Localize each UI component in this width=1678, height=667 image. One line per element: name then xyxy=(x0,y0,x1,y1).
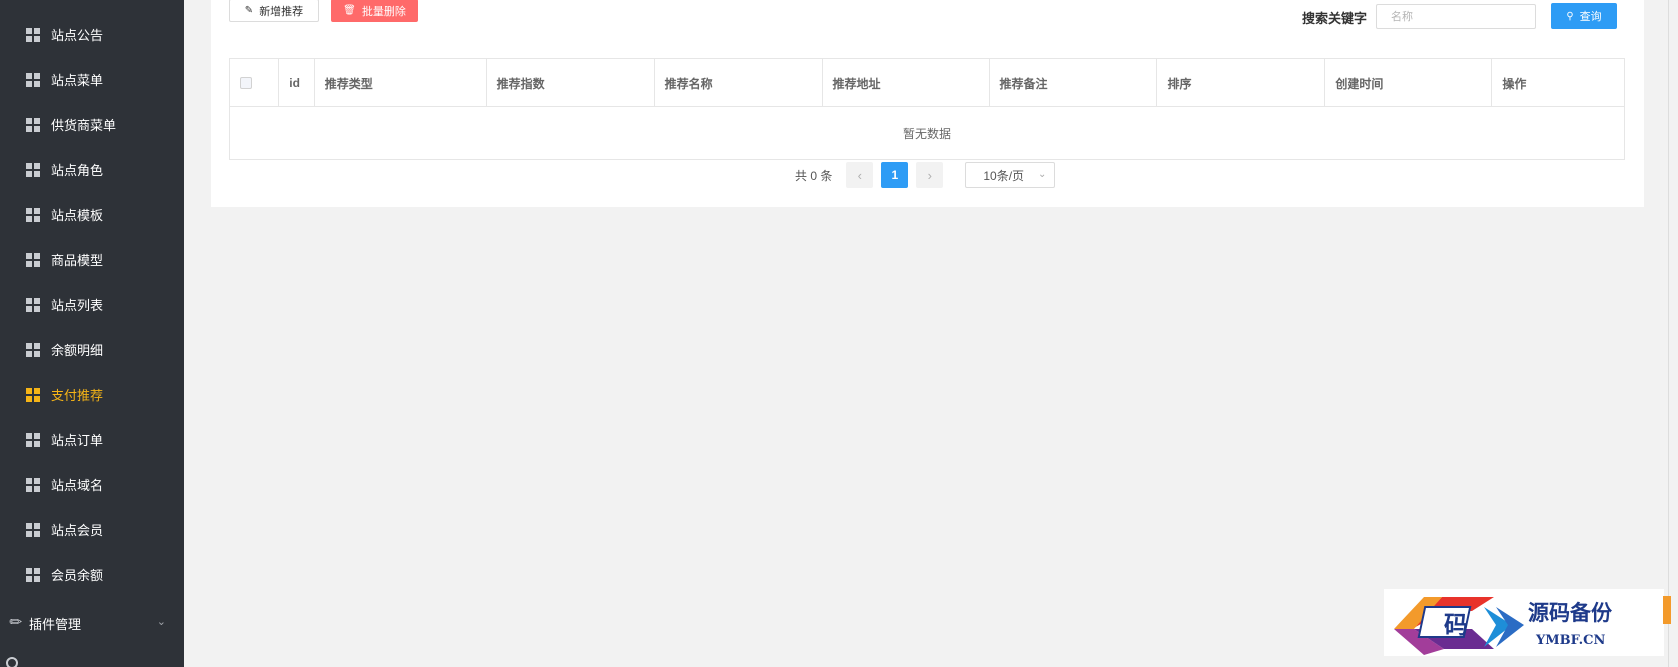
grid-icon xyxy=(26,162,40,177)
sidebar-item-site-roles[interactable]: 站点角色 xyxy=(0,147,184,192)
watermark-title: 源码备份 xyxy=(1528,600,1613,625)
table-empty-message: 暂无数据 xyxy=(902,126,951,141)
grid-icon xyxy=(26,297,40,312)
chevron-down-icon: ⌄ xyxy=(1037,169,1047,180)
grid-icon xyxy=(26,567,40,582)
grid-icon xyxy=(26,27,40,42)
sidebar-item-label: 站点域名 xyxy=(51,478,104,493)
sidebar-item-label: 供货商菜单 xyxy=(51,118,117,133)
grid-icon xyxy=(26,342,40,357)
current-page-button[interactable]: 1 xyxy=(881,162,909,188)
search-icon: ⚲ xyxy=(1566,10,1574,22)
add-recommend-label: 新增推荐 xyxy=(259,5,304,18)
trash-icon: 🗑 xyxy=(343,5,356,16)
query-label: 查询 xyxy=(1579,11,1602,23)
chevron-down-icon: ⌄ xyxy=(156,616,166,628)
watermark-logo: 码 源码备份 YMBF.CN xyxy=(1384,589,1664,656)
grid-icon xyxy=(26,72,40,87)
sidebar-item-label: 会员余额 xyxy=(51,568,104,583)
page-size-select[interactable]: 10条/页 ⌄ xyxy=(965,162,1056,188)
grid-icon xyxy=(26,207,40,222)
watermark-tag xyxy=(1663,596,1671,624)
sidebar-item-label: 站点列表 xyxy=(51,298,104,313)
column-header-remark[interactable]: 推荐备注 xyxy=(990,59,1158,107)
sidebar-item-label: 商品模型 xyxy=(51,253,104,268)
select-all-cell xyxy=(230,59,280,107)
grid-icon xyxy=(26,387,40,402)
plug-icon: ✐ xyxy=(3,612,25,634)
sidebar-item-balance-details[interactable]: 余额明细 xyxy=(0,327,184,372)
data-table: id 推荐类型 推荐指数 推荐名称 推荐地址 推荐备注 排序 创建时间 操作 暂… xyxy=(229,58,1625,160)
sidebar-item-site-list[interactable]: 站点列表 xyxy=(0,282,184,327)
sidebar-item-member-balance[interactable]: 会员余额 xyxy=(0,552,184,597)
query-button[interactable]: ⚲ 查询 xyxy=(1551,3,1617,29)
sidebar-item-label: 站点角色 xyxy=(51,163,104,178)
sidebar-group-plugins[interactable]: ✐ 插件管理 ⌄ xyxy=(0,605,184,641)
grid-icon xyxy=(26,117,40,132)
sidebar-item-payment-recommend[interactable]: 支付推荐 xyxy=(0,372,184,417)
sidebar-item-site-domains[interactable]: 站点域名 xyxy=(0,462,184,507)
sidebar-item-site-members[interactable]: 站点会员 xyxy=(0,507,184,552)
sidebar-item-site-menu[interactable]: 站点菜单 xyxy=(0,57,184,102)
sidebar-item-label: 支付推荐 xyxy=(51,388,104,403)
sidebar-next-icon xyxy=(6,657,18,667)
grid-icon xyxy=(26,477,40,492)
column-header-type[interactable]: 推荐类型 xyxy=(315,59,487,107)
pagination: 共 0 条 ‹ 1 › 10条/页 ⌄ xyxy=(795,162,1056,188)
search-label: 搜索关键字 xyxy=(1302,11,1368,26)
edit-icon: ✎ xyxy=(244,5,254,16)
next-page-button[interactable]: › xyxy=(916,162,944,188)
grid-icon xyxy=(26,432,40,447)
grid-icon xyxy=(26,252,40,267)
column-header-name[interactable]: 推荐名称 xyxy=(655,59,823,107)
watermark-graphic: 码 源码备份 YMBF.CN xyxy=(1394,597,1613,655)
prev-page-button[interactable]: ‹ xyxy=(846,162,874,188)
table-header: id 推荐类型 推荐指数 推荐名称 推荐地址 推荐备注 排序 创建时间 操作 xyxy=(230,59,1624,107)
add-recommend-button[interactable]: ✎ 新增推荐 xyxy=(229,0,319,22)
pagination-total: 共 0 条 xyxy=(795,168,833,183)
column-header-actions: 操作 xyxy=(1502,76,1527,91)
sidebar-item-site-notice[interactable]: 站点公告 xyxy=(0,12,184,57)
batch-delete-label: 批量删除 xyxy=(361,5,406,18)
search-input[interactable] xyxy=(1376,4,1536,29)
sidebar-item-site-orders[interactable]: 站点订单 xyxy=(0,417,184,462)
sidebar-item-product-models[interactable]: 商品模型 xyxy=(0,237,184,282)
watermark-subtitle: YMBF.CN xyxy=(1535,633,1605,648)
column-header-created[interactable]: 创建时间 xyxy=(1325,59,1493,107)
select-all-checkbox[interactable] xyxy=(240,77,252,89)
scrollbar[interactable] xyxy=(1668,0,1678,667)
sidebar-item-site-templates[interactable]: 站点模板 xyxy=(0,192,184,237)
batch-delete-button[interactable]: 🗑 批量删除 xyxy=(331,0,418,22)
sidebar-item-label: 余额明细 xyxy=(51,343,104,358)
sidebar-item-label: 站点模板 xyxy=(51,208,104,223)
sidebar-item-label: 站点订单 xyxy=(51,433,104,448)
column-header-url[interactable]: 推荐地址 xyxy=(823,59,990,107)
sidebar-item-label: 站点会员 xyxy=(51,523,104,538)
column-header-sort[interactable]: 排序 xyxy=(1157,59,1326,107)
sidebar-group-label: 插件管理 xyxy=(29,616,82,632)
column-header-id[interactable]: id xyxy=(279,59,315,107)
page-size-value: 10条/页 xyxy=(983,168,1025,183)
grid-icon xyxy=(26,522,40,537)
sidebar-item-label: 站点公告 xyxy=(51,28,104,43)
sidebar-item-supplier-menu[interactable]: 供货商菜单 xyxy=(0,102,184,147)
column-header-index[interactable]: 推荐指数 xyxy=(487,59,655,107)
sidebar: 站点公告 站点菜单 供货商菜单 站点角色 站点模板 商品模型 站点列表 余额明细… xyxy=(0,0,184,667)
watermark-logo-char: 码 xyxy=(1444,610,1468,639)
sidebar-item-label: 站点菜单 xyxy=(51,73,104,88)
content-card: ✎ 新增推荐 🗑 批量删除 搜索关键字 ⚲ 查询 id 推荐类型 推荐指数 推荐… xyxy=(211,0,1644,207)
